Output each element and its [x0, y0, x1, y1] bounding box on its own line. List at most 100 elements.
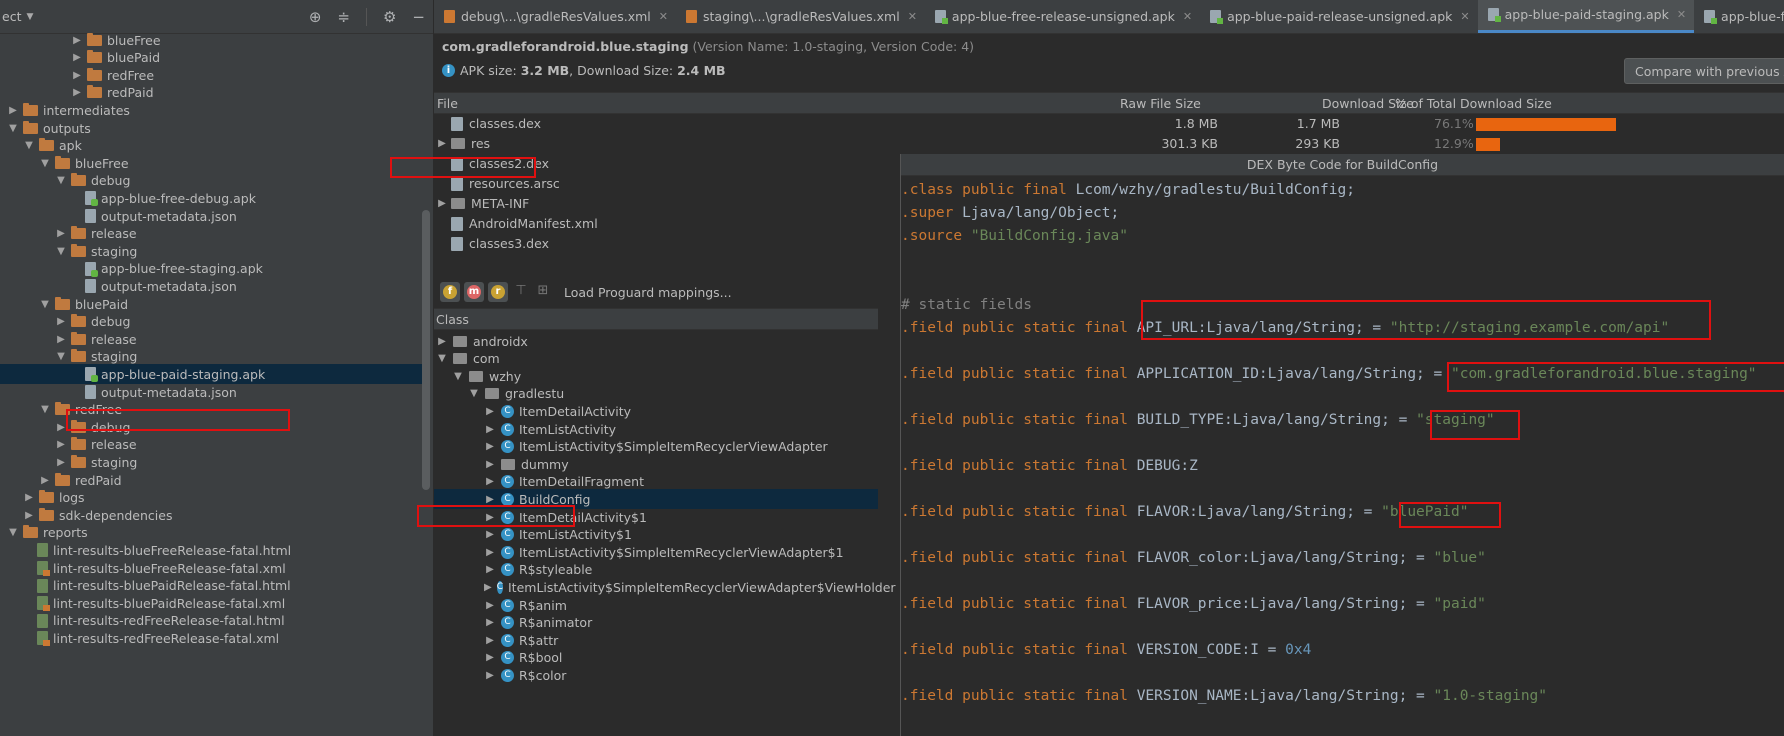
chevron-down-icon[interactable]: ▼ [7, 123, 19, 134]
chevron-right-icon[interactable]: ▶ [55, 228, 67, 239]
tree-item-label: logs [59, 490, 85, 506]
tab-4[interactable]: app-blue-paid-staging.apk ✕ [1477, 0, 1695, 33]
compare-button[interactable]: Compare with previous A [1624, 58, 1784, 84]
chevron-right-icon[interactable]: ▶ [484, 564, 496, 575]
chevron-right-icon[interactable]: ▶ [484, 652, 496, 663]
chevron-down-icon[interactable]: ▼ [452, 371, 464, 382]
col-raw-size[interactable]: Raw File Size [1120, 96, 1201, 111]
project-toolbar: ect ▼ ⊕ ≑ ⚙ − [0, 0, 433, 34]
chevron-right-icon[interactable]: ▶ [436, 336, 448, 347]
tree-item-label: blueFree [107, 32, 161, 48]
chevron-down-icon[interactable]: ▼ [55, 351, 67, 362]
chevron-down-icon[interactable]: ▼ [23, 140, 35, 151]
class-label: R$attr [519, 632, 559, 648]
class-label: R$animator [519, 615, 593, 631]
project-scrollbar[interactable] [422, 210, 430, 490]
xml-file-icon [37, 631, 50, 647]
apk-file-icon [1487, 8, 1501, 22]
class-label: R$anim [519, 597, 567, 613]
table-row[interactable]: ▶ res 301.3 KB 293 KB 12.9% [434, 134, 1784, 154]
chevron-right-icon[interactable]: ▶ [484, 494, 496, 505]
close-icon[interactable]: ✕ [1183, 10, 1192, 23]
chevron-right-icon[interactable]: ▶ [71, 52, 83, 63]
chevron-down-icon[interactable]: ▼ [39, 404, 51, 415]
tab-3[interactable]: app-blue-paid-release-unsigned.apk ✕ [1200, 0, 1478, 33]
dex-toolbar: f m r ⊤ ⊞ Load Proguard mappings... [434, 278, 878, 306]
chevron-right-icon[interactable]: ▶ [23, 510, 35, 521]
chevron-right-icon[interactable]: ▶ [484, 459, 496, 470]
collapse-all-icon[interactable]: ≑ [337, 8, 350, 26]
chevron-right-icon[interactable]: ▶ [71, 70, 83, 81]
chevron-down-icon[interactable]: ▼ [436, 353, 448, 364]
folder-icon [87, 67, 102, 81]
show-methods-button[interactable]: m [464, 282, 484, 302]
class-label: R$bool [519, 650, 563, 666]
chevron-right-icon[interactable]: ▶ [39, 475, 51, 486]
load-proguard-button[interactable]: Load Proguard mappings... [564, 285, 732, 300]
chevron-right-icon[interactable]: ▶ [484, 424, 496, 435]
chevron-right-icon[interactable]: ▶ [484, 582, 492, 593]
class-label: ItemListActivity$1 [519, 527, 632, 543]
chevron-down-icon[interactable]: ▼ [55, 246, 67, 257]
file-name-cell: resources.arsc [436, 176, 560, 191]
chevron-right-icon[interactable]: ▶ [484, 441, 496, 452]
folder-icon [71, 226, 86, 240]
chevron-right-icon[interactable]: ▶ [484, 635, 496, 646]
chevron-right-icon[interactable]: ▶ [71, 35, 83, 46]
tree-item[interactable]: lint-results-redFreeRelease-fatal.xml [0, 628, 430, 648]
tab-2[interactable]: app-blue-free-release-unsigned.apk ✕ [925, 0, 1200, 33]
chevron-right-icon[interactable]: ▶ [23, 492, 35, 503]
html-file-icon [37, 578, 48, 593]
chevron-right-icon[interactable]: ▶ [484, 670, 496, 681]
close-icon[interactable]: ✕ [659, 10, 668, 23]
chevron-right-icon[interactable]: ▶ [71, 87, 83, 98]
tab-0[interactable]: debug\...\gradleResValues.xml ✕ [434, 0, 676, 33]
chevron-right-icon[interactable]: ▶ [55, 316, 67, 327]
table-row[interactable]: classes.dex 1.8 MB 1.7 MB 76.1% [434, 114, 1784, 134]
chevron-right-icon[interactable]: ▶ [484, 406, 496, 417]
chevron-right-icon[interactable]: ▶ [484, 617, 496, 628]
chevron-down-icon[interactable]: ▼ [39, 299, 51, 310]
tree-item-label: app-blue-free-staging.apk [101, 261, 263, 277]
chevron-right-icon[interactable]: ▶ [484, 476, 496, 487]
chevron-right-icon[interactable]: ▶ [436, 198, 448, 209]
class-label: ItemDetailActivity [519, 403, 632, 419]
class-icon: C [501, 633, 514, 647]
chevron-right-icon[interactable]: ▶ [7, 105, 19, 116]
folder-icon [39, 507, 54, 521]
chevron-down-icon[interactable]: ▼ [7, 527, 19, 538]
chevron-right-icon[interactable]: ▶ [55, 457, 67, 468]
chevron-down-icon[interactable]: ▼ [468, 388, 480, 399]
tab-1[interactable]: staging\...\gradleResValues.xml ✕ [676, 0, 925, 33]
tree-item-label: release [91, 437, 137, 453]
chevron-right-icon[interactable]: ▶ [484, 600, 496, 611]
chevron-right-icon[interactable]: ▶ [55, 334, 67, 345]
chevron-right-icon[interactable]: ▶ [55, 439, 67, 450]
chevron-right-icon[interactable]: ▶ [436, 138, 448, 149]
tree-icon[interactable]: ⊞ [534, 283, 552, 301]
filter-icon[interactable]: ⊤ [512, 283, 530, 301]
percent-value: 12.9% [1434, 136, 1474, 151]
class-tree-header[interactable]: Class [434, 308, 878, 330]
chevron-down-icon[interactable]: ▼ [55, 175, 67, 186]
minimize-icon[interactable]: − [412, 8, 425, 26]
chevron-down-icon[interactable]: ▼ [39, 158, 51, 169]
col-file[interactable]: File [437, 96, 458, 111]
col-percent[interactable]: % of Total Download Size [1395, 96, 1552, 111]
chevron-right-icon[interactable]: ▶ [484, 547, 496, 558]
gear-icon[interactable]: ⚙ [383, 8, 396, 26]
close-icon[interactable]: ✕ [1460, 10, 1469, 23]
bytecode-title: DEX Byte Code for BuildConfig [901, 154, 1784, 176]
project-view-title[interactable]: ect [0, 9, 21, 24]
folder-icon [87, 85, 102, 99]
tab-5[interactable]: app-blue-free-debug. [1694, 0, 1784, 33]
show-references-button[interactable]: r [488, 282, 508, 302]
show-fields-button[interactable]: f [440, 282, 460, 302]
chevron-right-icon[interactable]: ▶ [484, 529, 496, 540]
close-icon[interactable]: ✕ [908, 10, 917, 23]
chevron-down-icon[interactable]: ▼ [26, 12, 33, 22]
locate-icon[interactable]: ⊕ [309, 8, 322, 26]
close-icon[interactable]: ✕ [1677, 8, 1686, 21]
code-token: BUILD_TYPE:Ljava/lang/String; = [1136, 412, 1417, 428]
class-tree-item[interactable]: ▶ C R$color [434, 665, 878, 685]
